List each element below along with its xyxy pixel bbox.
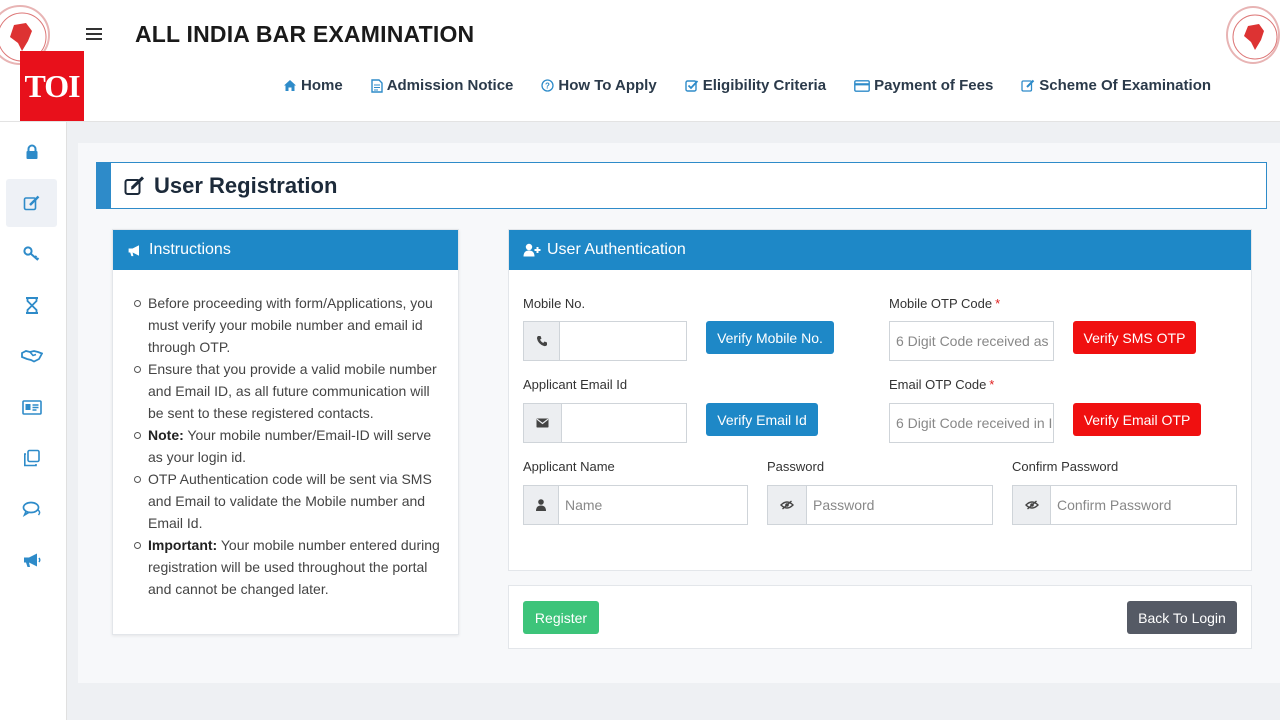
home-icon — [283, 79, 297, 92]
sidebar-item-announcements[interactable] — [6, 536, 57, 584]
page-title-text: User Registration — [154, 173, 338, 198]
name-input[interactable]: Name — [558, 485, 748, 525]
sidebar-item-key[interactable] — [6, 230, 57, 278]
instruction-item: OTP Authentication code will be sent via… — [131, 468, 442, 534]
instructions-list: Before proceeding with form/Applications… — [113, 270, 458, 600]
edit-icon — [124, 176, 145, 195]
confirm-password-label: Confirm Password — [1012, 459, 1119, 474]
mobile-otp-input[interactable]: 6 Digit Code received as — [889, 321, 1054, 361]
register-button[interactable]: Register — [523, 601, 599, 634]
instructions-panel: Instructions Before proceeding with form… — [112, 229, 459, 635]
nav-admission-notice-label: Admission Notice — [386, 77, 514, 94]
auth-heading: User Authentication — [547, 241, 686, 258]
instruction-item: Ensure that you provide a valid mobile n… — [131, 358, 442, 424]
top-header: TOI ALL INDIA BAR EXAMINATION Home Admis… — [0, 0, 1280, 122]
verify-email-button[interactable]: Verify Email Id — [706, 403, 818, 436]
email-label: Applicant Email Id — [523, 377, 628, 392]
nav-home[interactable]: Home — [283, 77, 343, 94]
nav-eligibility-criteria[interactable]: Eligibility Criteria — [685, 77, 826, 94]
back-to-login-button[interactable]: Back To Login — [1127, 601, 1237, 634]
question-icon: ? — [541, 79, 555, 92]
envelope-icon — [523, 403, 561, 443]
mobile-otp-label: Mobile OTP Code * — [889, 296, 1001, 311]
instructions-heading: Instructions — [149, 241, 231, 258]
checkbox-icon — [685, 79, 699, 92]
nav-payment-of-fees-label: Payment of Fees — [874, 77, 994, 94]
verify-sms-otp-button[interactable]: Verify SMS OTP — [1073, 321, 1196, 354]
email-otp-label: Email OTP Code * — [889, 377, 995, 392]
nav-admission-notice[interactable]: Admission Notice — [370, 77, 514, 94]
megaphone-icon — [128, 244, 139, 256]
nav-payment-of-fees[interactable]: Payment of Fees — [854, 77, 993, 94]
name-label: Applicant Name — [523, 459, 615, 474]
user-authentication-panel: User Authentication Mobile No. Verify Mo… — [508, 229, 1252, 571]
app-title: ALL INDIA BAR EXAMINATION — [135, 21, 475, 47]
copy-icon — [23, 449, 40, 467]
mobile-label: Mobile No. — [523, 296, 586, 311]
instruction-item: Note: Your mobile number/Email-ID will s… — [131, 424, 442, 468]
page-title-bar: User Registration — [96, 162, 1267, 209]
auth-header: User Authentication — [509, 230, 1251, 270]
verify-mobile-button[interactable]: Verify Mobile No. — [706, 321, 834, 354]
password-input[interactable]: Password — [806, 485, 993, 525]
phone-icon — [523, 321, 559, 361]
nav-scheme-of-examination-label: Scheme Of Examination — [1039, 77, 1212, 94]
email-input[interactable] — [561, 403, 687, 443]
sidebar — [0, 122, 67, 720]
sidebar-item-handshake[interactable] — [6, 332, 57, 380]
nav-scheme-of-examination[interactable]: Scheme Of Examination — [1021, 77, 1211, 94]
confirm-password-input[interactable]: Confirm Password — [1050, 485, 1237, 525]
sidebar-item-lock[interactable] — [6, 128, 57, 176]
nav-how-to-apply[interactable]: ? How To Apply — [541, 77, 657, 94]
email-otp-input[interactable]: 6 Digit Code received in I — [889, 403, 1054, 443]
sidebar-item-chat[interactable] — [6, 485, 57, 533]
menu-toggle-icon[interactable] — [86, 25, 102, 41]
user-icon — [523, 485, 558, 525]
lock-icon — [26, 144, 37, 159]
handshake-icon — [20, 350, 43, 363]
page-title: User Registration — [124, 173, 337, 199]
top-nav: Home Admission Notice ? How To Apply Eli… — [283, 77, 1211, 94]
nav-how-to-apply-label: How To Apply — [558, 77, 657, 94]
eye-slash-icon[interactable] — [767, 485, 806, 525]
verify-email-otp-button[interactable]: Verify Email OTP — [1073, 403, 1201, 436]
instruction-item: Important: Your mobile number entered du… — [131, 534, 442, 600]
sidebar-item-register[interactable] — [6, 179, 57, 227]
instructions-header: Instructions — [113, 230, 458, 270]
hourglass-icon — [25, 296, 38, 314]
bar-council-logo-right — [1226, 6, 1280, 64]
mobile-input[interactable] — [559, 321, 687, 361]
document-icon — [370, 78, 383, 93]
nav-home-label: Home — [301, 77, 343, 94]
sidebar-item-hourglass[interactable] — [6, 281, 57, 329]
instruction-item: Before proceeding with form/Applications… — [131, 292, 442, 358]
sidebar-item-copy[interactable] — [6, 434, 57, 482]
toi-badge: TOI — [20, 51, 84, 121]
megaphone-icon — [23, 553, 40, 567]
sidebar-item-id-card[interactable] — [6, 383, 57, 431]
card-icon — [854, 79, 870, 92]
key-icon — [22, 246, 39, 261]
form-actions: Register Back To Login — [508, 585, 1252, 649]
chat-icon — [22, 501, 40, 517]
add-user-icon — [523, 243, 541, 257]
edit-icon — [1021, 79, 1035, 92]
eye-slash-icon[interactable] — [1012, 485, 1050, 525]
password-label: Password — [767, 459, 825, 474]
svg-text:?: ? — [545, 82, 550, 91]
nav-eligibility-criteria-label: Eligibility Criteria — [702, 77, 827, 94]
edit-icon — [23, 195, 39, 211]
id-card-icon — [21, 399, 42, 415]
